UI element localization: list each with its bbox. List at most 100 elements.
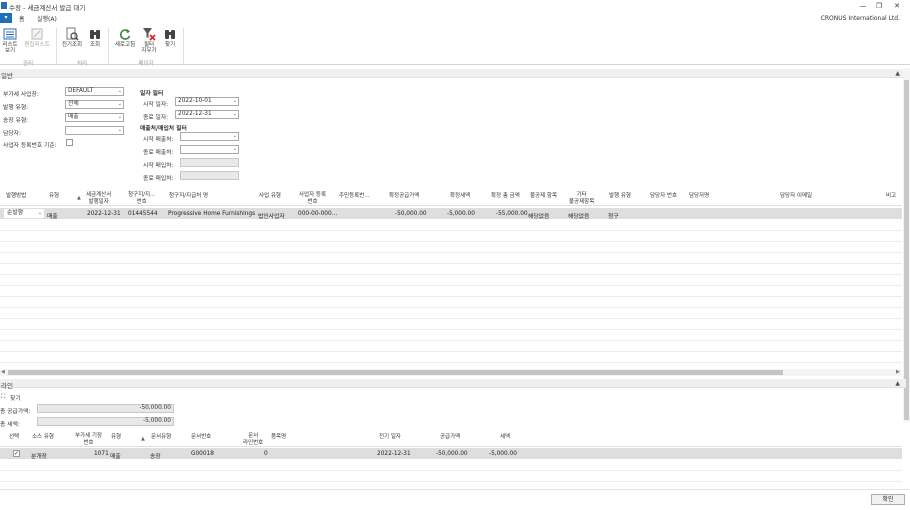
dropdown-icon[interactable]: ⌄ (233, 146, 237, 153)
refresh-label: 새로고침 (114, 42, 136, 48)
end-date-value: 2022-12-31 (178, 111, 212, 117)
edit-list-button[interactable]: 편집리스트 (22, 27, 52, 48)
col-method[interactable]: 발행방법 (6, 193, 26, 200)
end-date-field[interactable]: 2022-12-31 ⌄ (175, 110, 239, 119)
start-date-field[interactable]: 2022-10-01 ⌄ (175, 97, 239, 106)
document-type-value: 매출 (68, 114, 79, 120)
close-button[interactable]: ✕ (889, 1, 905, 11)
document-type-select[interactable]: 매출 ⌄ (65, 113, 124, 122)
col-supply-amount[interactable]: 확정공급가액 (389, 193, 419, 200)
doc-lookup-button[interactable]: 전기조회 (59, 27, 85, 48)
lines-find-button[interactable]: 찾기 (10, 393, 21, 402)
lcol-doc-type[interactable]: 문서유형 (151, 434, 171, 441)
cell-method: 순발행 (7, 210, 23, 216)
col-non-deductible[interactable]: 불공제 항목 (530, 193, 557, 200)
cell-type: 매출 (47, 214, 58, 220)
grid-line (0, 329, 902, 330)
collapse-icon[interactable]: ▲ (895, 70, 900, 77)
confirm-button[interactable]: 확인 (871, 494, 905, 505)
vat-business-value: DEFAULT (68, 88, 94, 94)
issue-type-value: 전체 (68, 101, 79, 107)
grid-line (0, 263, 902, 264)
total-tax-field: -5,000.00 (37, 417, 174, 426)
col-person-no[interactable]: 담당자 번호 (650, 193, 677, 200)
clear-filter-button[interactable]: 필터 지우기 (139, 27, 159, 54)
group-label-process: 처리 (76, 61, 88, 67)
reg-no-basis-checkbox[interactable] (66, 139, 73, 146)
person-field[interactable]: ⌄ (65, 126, 124, 135)
dropdown-icon[interactable]: ⌄ (233, 98, 237, 105)
group-label-page: 페이지 (138, 61, 154, 67)
cell-non-deductible: 해당없음 (528, 214, 550, 220)
method-select[interactable]: 순발행 ⌄ (4, 209, 44, 218)
col-other-non-deductible[interactable]: 기타 불공제항목 (569, 192, 594, 205)
lcell-doc-type: 송장 (150, 454, 161, 460)
col-bill-to-name[interactable]: 청구지/지급처 명 (169, 193, 208, 200)
document-type-label: 송장 유형: (3, 118, 29, 124)
lcol-tax[interactable]: 세액 (500, 434, 510, 441)
col-total-amount[interactable]: 확정 총 금액 (491, 193, 520, 200)
col-issue-date[interactable]: 세금계산서 발행일자 (86, 192, 111, 205)
dropdown-icon[interactable]: ⌄ (118, 114, 122, 121)
horizontal-scroll-thumb[interactable] (8, 370, 783, 375)
col-resident-no[interactable]: 주민등록번... (339, 193, 370, 200)
lcol-source-type[interactable]: 소스 유형 (32, 434, 54, 441)
lcol-supply[interactable]: 공급가액 (440, 434, 460, 441)
end-customer-field[interactable]: ⌄ (180, 145, 239, 154)
tab-actions[interactable]: 실행(A) (37, 14, 57, 23)
cell-bill-to-name: Progressive Home Furnishings (168, 211, 256, 217)
lcol-selected[interactable]: 선택 (9, 434, 19, 441)
lcol-item-name[interactable]: 품목명 (271, 434, 286, 441)
lcol-line-no[interactable]: 문서 라인번호 (243, 433, 263, 446)
col-remark[interactable]: 비고 (886, 193, 896, 200)
general-section-header[interactable]: 일반 ▲ (0, 69, 906, 80)
lcol-vat-entry-no[interactable]: 부가세 기장 번호 (75, 433, 102, 446)
cell-other-non-deductible: 해당없음 (568, 214, 590, 220)
find-button[interactable]: 찾기 (161, 27, 179, 48)
issue-type-select[interactable]: 전체 ⌄ (65, 100, 124, 109)
col-person-name[interactable]: 담당자명 (689, 193, 709, 200)
scroll-right-icon[interactable]: ▶ (896, 369, 900, 375)
dropdown-icon[interactable]: ⌄ (233, 133, 237, 140)
group-separator (183, 28, 184, 64)
dropdown-icon[interactable]: ⌄ (233, 111, 237, 118)
vat-business-field[interactable]: DEFAULT ⌄ (65, 87, 124, 96)
vertical-scroll-thumb[interactable] (904, 80, 909, 420)
lookup-button[interactable]: 조회 (86, 27, 104, 48)
lcol-doc-no[interactable]: 문서번호 (191, 434, 211, 441)
lcol-posting-date[interactable]: 전기 일자 (379, 434, 401, 441)
dropdown-icon[interactable]: ⌄ (118, 88, 122, 95)
line-select-checkbox[interactable]: ✓ (13, 450, 20, 457)
start-customer-field[interactable]: ⌄ (180, 132, 239, 141)
scroll-left-icon[interactable]: ◀ (1, 369, 5, 375)
lcell-tax: -5,000.00 (489, 451, 517, 457)
end-vendor-field (180, 171, 239, 180)
col-type[interactable]: 유형 (49, 193, 59, 200)
dropdown-icon[interactable]: ⌄ (118, 127, 122, 134)
sort-ascending-icon[interactable]: ▲ (77, 195, 81, 201)
minimize-button[interactable]: — (855, 1, 871, 11)
restore-button[interactable]: ❐ (871, 1, 887, 11)
ribbon-tab-bar (0, 13, 910, 24)
lines-section-header[interactable]: 라인 ▲ (0, 379, 906, 390)
grid-line (0, 318, 902, 319)
file-menu-tab[interactable]: ▾ (0, 13, 12, 23)
collapse-icon[interactable]: ▲ (895, 380, 900, 387)
col-person-email[interactable]: 담당자 이메일 (780, 193, 812, 200)
col-reg-no[interactable]: 사업자 등록 번호 (299, 192, 326, 205)
col-business-type[interactable]: 사업 유형 (259, 193, 281, 200)
tab-home[interactable]: 홈 (19, 14, 25, 23)
lcell-type: 매출 (110, 454, 121, 460)
list-view-button[interactable]: 리스트 보기 (1, 27, 19, 54)
dropdown-icon[interactable]: ⌄ (38, 210, 42, 217)
col-bill-to-no[interactable]: 청구지/지... 번호 (128, 192, 155, 205)
lcol-type[interactable]: 유형 (111, 434, 121, 441)
lcell-vat-entry-no: 1071 (94, 451, 109, 457)
col-issue-type[interactable]: 발행 유형 (609, 193, 631, 200)
dropdown-icon[interactable]: ⌄ (118, 101, 122, 108)
sort-ascending-icon[interactable]: ▲ (141, 436, 145, 442)
start-vendor-label: 시작 매입처: (143, 163, 174, 169)
end-vendor-label: 종료 매입처: (143, 176, 174, 182)
refresh-button[interactable]: 새로고침 (113, 27, 137, 48)
col-tax-amount[interactable]: 확정세액 (450, 193, 470, 200)
